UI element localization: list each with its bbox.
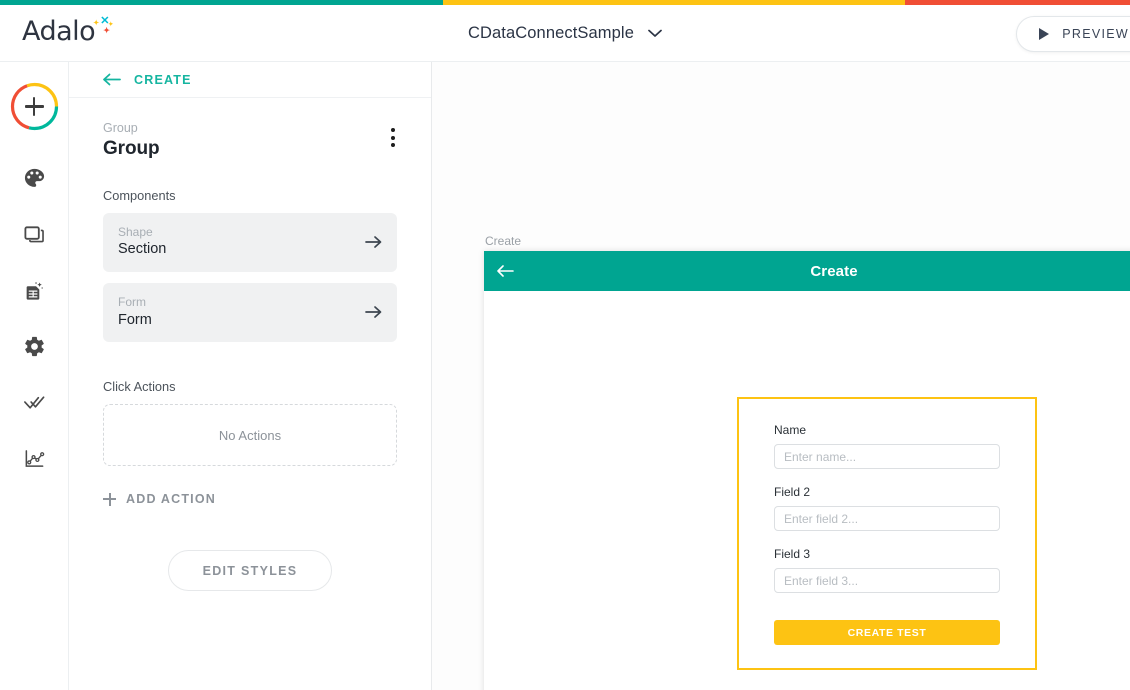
back-button-label: CREATE	[134, 73, 192, 87]
app-title-group: CDataConnectSample	[0, 5, 1130, 62]
field-2-input[interactable]: Enter field 2...	[774, 506, 1000, 531]
workspace: CREATE Group Group Components Shape Sect…	[0, 62, 1130, 690]
component-name: Section	[118, 240, 166, 260]
play-icon	[1039, 28, 1049, 40]
app-header: Adalo ✦ ✕ ✦ ✦ CDataConnectSample PREVIEW	[0, 5, 1130, 62]
arrow-left-icon	[102, 73, 121, 86]
preview-button[interactable]: PREVIEW	[1016, 16, 1130, 52]
add-action-button[interactable]: ADD ACTION	[69, 492, 431, 506]
arrow-left-icon[interactable]	[496, 264, 514, 278]
analytics-icon	[23, 447, 46, 470]
create-test-button-label: CREATE TEST	[848, 627, 927, 639]
panel-header: Group Group	[69, 98, 431, 162]
field-label: Name	[774, 423, 1000, 437]
database-icon	[23, 279, 46, 302]
sidebar-item-screens[interactable]	[11, 211, 57, 257]
component-name: Form	[118, 311, 152, 331]
kebab-menu-icon[interactable]	[386, 120, 400, 155]
sidebar-item-branding[interactable]	[11, 155, 57, 201]
field-label: Field 3	[774, 547, 1000, 561]
component-row-form[interactable]: Form Form	[103, 283, 397, 342]
component-kicker: Form	[118, 294, 152, 311]
sidebar-item-analytics[interactable]	[11, 435, 57, 481]
phone-preview-frame[interactable]: Create Name Enter name... Field 2 Enter …	[484, 251, 1130, 690]
component-row-section[interactable]: Shape Section	[103, 213, 397, 272]
edit-styles-button[interactable]: EDIT STYLES	[168, 550, 333, 591]
name-input[interactable]: Enter name...	[774, 444, 1000, 469]
double-check-icon	[22, 390, 47, 415]
form-field-name: Name Enter name...	[774, 423, 1000, 469]
field-placeholder: Enter name...	[784, 450, 856, 464]
phone-app-bar[interactable]: Create	[484, 251, 1130, 291]
logo-sparkle-icon: ✦ ✕ ✦ ✦	[93, 18, 113, 42]
edit-styles-label: EDIT STYLES	[203, 564, 298, 578]
component-row-text: Form Form	[118, 294, 152, 330]
component-inspector-panel: CREATE Group Group Components Shape Sect…	[69, 62, 432, 690]
arrow-right-icon	[365, 235, 382, 249]
component-kicker: Shape	[118, 224, 166, 241]
create-test-button[interactable]: CREATE TEST	[774, 620, 1000, 645]
adalo-logo[interactable]: Adalo ✦ ✕ ✦ ✦	[22, 18, 113, 45]
panel-title: Group	[103, 137, 160, 162]
screens-icon	[23, 223, 46, 246]
no-actions-placeholder: No Actions	[103, 404, 397, 466]
sidebar-item-publish[interactable]	[11, 379, 57, 425]
gear-icon	[23, 335, 46, 358]
form-field-3: Field 3 Enter field 3...	[774, 547, 1000, 593]
component-row-text: Shape Section	[118, 224, 166, 260]
plus-icon	[25, 97, 44, 116]
form-field-2: Field 2 Enter field 2...	[774, 485, 1000, 531]
panel-kicker: Group	[103, 120, 160, 137]
field-3-input[interactable]: Enter field 3...	[774, 568, 1000, 593]
add-component-button[interactable]	[10, 82, 59, 131]
add-action-label: ADD ACTION	[126, 492, 216, 506]
arrow-right-icon	[365, 305, 382, 319]
back-to-create-button[interactable]: CREATE	[69, 62, 431, 98]
sidebar-item-settings[interactable]	[11, 323, 57, 369]
field-placeholder: Enter field 2...	[784, 512, 858, 526]
page-title: CDataConnectSample	[468, 24, 634, 43]
form-component[interactable]: Name Enter name... Field 2 Enter field 2…	[737, 397, 1037, 670]
click-actions-section-label: Click Actions	[69, 379, 431, 394]
no-actions-text: No Actions	[219, 428, 281, 443]
screen-name-label: Create	[485, 234, 521, 248]
palette-icon	[23, 167, 46, 190]
phone-app-bar-title: Create	[484, 263, 1130, 280]
plus-icon	[103, 493, 116, 506]
chevron-down-icon[interactable]	[648, 29, 662, 38]
sidebar-item-database[interactable]	[11, 267, 57, 313]
field-label: Field 2	[774, 485, 1000, 499]
preview-button-label: PREVIEW	[1062, 27, 1129, 41]
components-section-label: Components	[69, 188, 431, 203]
design-canvas[interactable]: Create Create Name Enter name... Field 2	[432, 62, 1130, 690]
left-icon-rail	[0, 62, 69, 690]
edit-styles-row: EDIT STYLES	[69, 550, 431, 591]
field-placeholder: Enter field 3...	[784, 574, 858, 588]
logo-text: Adalo	[22, 18, 95, 45]
panel-header-text: Group Group	[103, 120, 160, 162]
